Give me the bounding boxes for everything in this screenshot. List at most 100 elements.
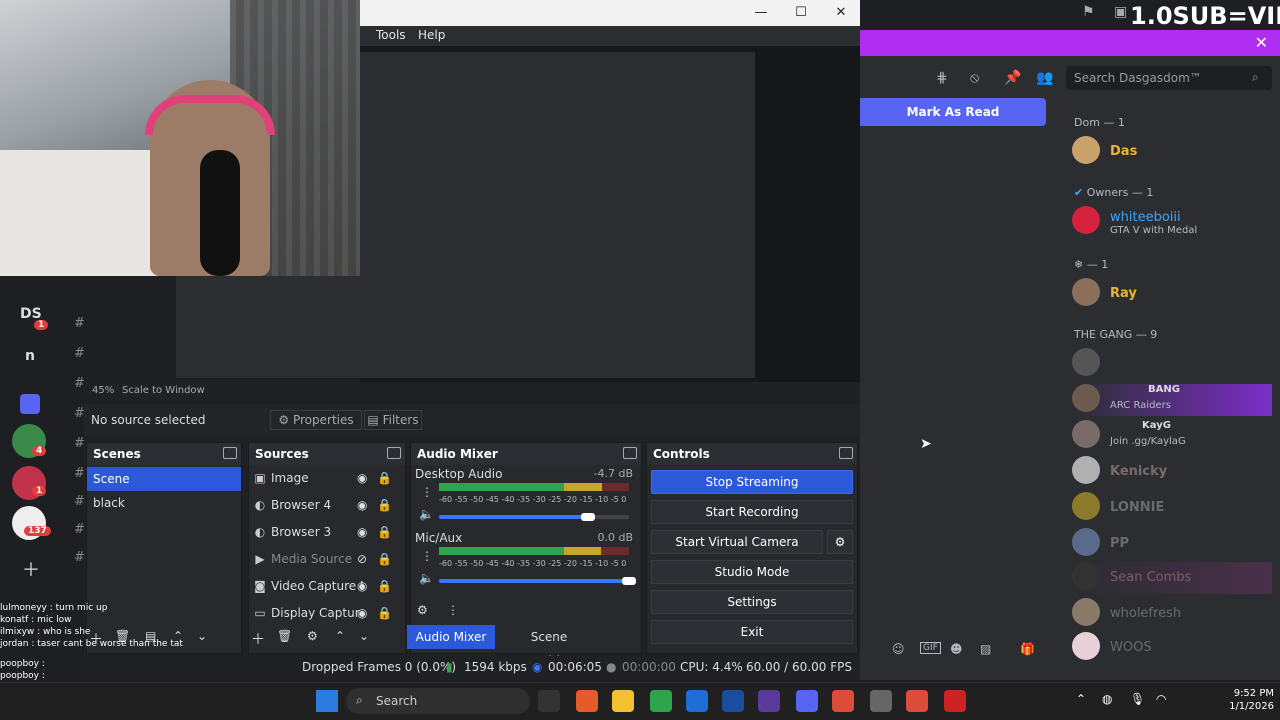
preview-canvas-left <box>176 276 360 378</box>
member-bang[interactable]: BANG ARC Raiders <box>1072 384 1272 416</box>
member-whiteeboiii[interactable]: whiteeboiii GTA V with Medal <box>1072 206 1272 238</box>
mark-as-read-button[interactable]: Mark As Read <box>860 98 1046 126</box>
close-icon[interactable]: ✕ <box>1255 33 1268 52</box>
menu-dots-icon[interactable]: ⋮ <box>421 549 433 563</box>
search-icon: ⌕ <box>356 693 363 707</box>
source-item[interactable]: ▣ Image ◉ 🔒 <box>253 465 403 491</box>
scene-item[interactable]: Scene <box>87 467 241 491</box>
pin-icon[interactable]: 📌 <box>1004 70 1021 86</box>
start-icon[interactable] <box>316 690 338 712</box>
member-lonnie[interactable]: LONNIE <box>1072 492 1272 524</box>
chevron-up-icon[interactable]: ⌃ <box>1076 692 1086 706</box>
task-view-icon[interactable] <box>538 690 560 712</box>
member-das[interactable]: Das <box>1072 136 1272 168</box>
member-blank[interactable] <box>1072 348 1272 380</box>
menu-help[interactable]: Help <box>418 28 445 42</box>
slider-knob[interactable] <box>581 513 595 521</box>
tab-audio-mixer[interactable]: Audio Mixer <box>407 625 495 649</box>
slider-knob[interactable] <box>622 577 636 585</box>
folder-icon[interactable] <box>20 394 40 414</box>
menu-dots-icon[interactable]: ⋮ <box>447 603 459 617</box>
discord-icon[interactable] <box>796 690 818 712</box>
chat-line: ilmixyw : who is she <box>0 627 91 637</box>
member-wholefresh[interactable]: wholefresh <box>1072 598 1272 630</box>
server-n[interactable]: n <box>25 348 35 364</box>
member-woos[interactable]: WOOS <box>1072 632 1272 664</box>
edge-icon[interactable] <box>686 690 708 712</box>
cpu: CPU: 4.4% <box>680 660 743 674</box>
gear-icon[interactable]: ⚙ <box>307 629 318 643</box>
chat-line: lulmoneyy : turn mic up <box>0 603 108 613</box>
search-input[interactable]: Search Dasgasdom™ <box>1066 66 1272 90</box>
sticker-icon[interactable]: ☺ <box>892 642 905 656</box>
down-icon[interactable]: ⌄ <box>359 629 369 643</box>
preview-canvas <box>360 52 755 378</box>
obs-preview[interactable] <box>360 46 860 384</box>
emoji-icon[interactable]: ☻ <box>950 642 963 656</box>
sources-title: Sources <box>249 443 405 465</box>
eye-icon: ◉ <box>357 471 368 485</box>
wifi-icon[interactable]: ◠ <box>1156 692 1166 706</box>
gift-icon[interactable]: 🎁 <box>1020 642 1035 656</box>
app-icon[interactable] <box>722 690 744 712</box>
minimize-icon[interactable]: — <box>750 4 772 22</box>
member-kenicky[interactable]: Kenicky <box>1072 456 1272 488</box>
chrome-icon[interactable] <box>832 690 854 712</box>
file-explorer-icon[interactable] <box>612 690 634 712</box>
source-item[interactable]: ◐ Browser 3 ◉ 🔒 <box>253 519 403 545</box>
tab-scene-transitions[interactable]: Scene Transitions <box>499 625 599 668</box>
gif-icon[interactable]: GIF <box>920 642 941 654</box>
xbox-icon[interactable] <box>650 690 672 712</box>
gear-icon[interactable]: ⚙ <box>417 603 428 617</box>
mute-icon[interactable]: ⦸ <box>970 70 979 86</box>
inbox-icon[interactable]: ▣ <box>1114 4 1127 20</box>
speaker-icon[interactable]: 🔈 <box>419 571 434 585</box>
member-sean-combs[interactable]: Sean Combs <box>1072 562 1272 594</box>
member-kayg[interactable]: KayG Join .gg/KaylaG <box>1072 420 1272 452</box>
source-item[interactable]: ▭ Display Captur ◉ 🔒 <box>253 600 403 626</box>
trash-icon[interactable]: 🗑 <box>277 629 292 643</box>
maximize-icon[interactable]: ☐ <box>790 4 812 22</box>
flag-icon[interactable]: ⚑ <box>1082 4 1095 20</box>
scale-mode-select[interactable]: Scale to Window <box>122 385 205 396</box>
studio-mode-button[interactable]: Studio Mode <box>651 560 853 584</box>
up-icon[interactable]: ⌃ <box>335 629 345 643</box>
taskbar-search[interactable]: ⌕ Search <box>346 688 530 714</box>
menu-tools[interactable]: Tools <box>376 28 406 42</box>
source-item[interactable]: ◐ Browser 4 ◉ 🔒 <box>253 492 403 518</box>
source-item[interactable]: ◙ Video Capture I ◉ 🔒 <box>253 573 403 599</box>
search-icon: ⌕ <box>1252 70 1259 84</box>
add-server-icon[interactable]: ＋ <box>22 556 40 582</box>
scene-item[interactable]: black <box>87 491 241 515</box>
image-icon[interactable]: ▨ <box>980 642 991 656</box>
exit-button[interactable]: Exit <box>651 620 853 644</box>
member-ray[interactable]: Ray <box>1072 278 1272 310</box>
source-item[interactable]: ▶ Media Source ⊘ 🔒 <box>253 546 403 572</box>
filters-button[interactable]: ▤ Filters <box>364 410 422 430</box>
add-source-icon[interactable]: ＋ <box>251 629 265 649</box>
threads-icon[interactable]: ⋕ <box>936 70 948 86</box>
lock-icon: 🔒 <box>377 552 392 566</box>
volume-slider[interactable] <box>439 579 629 583</box>
member-pp[interactable]: PP <box>1072 528 1272 560</box>
start-recording-button[interactable]: Start Recording <box>651 500 853 524</box>
chrome-icon[interactable] <box>906 690 928 712</box>
volume-slider[interactable] <box>439 515 588 519</box>
obs-icon[interactable] <box>944 690 966 712</box>
properties-button[interactable]: ⚙ Properties <box>270 410 362 430</box>
clock[interactable]: 9:52 PM 1/1/2026 <box>1194 687 1274 713</box>
settings-button[interactable]: Settings <box>651 590 853 614</box>
virtual-camera-settings-icon[interactable]: ⚙ <box>827 530 853 554</box>
close-icon[interactable]: ✕ <box>830 4 852 22</box>
menu-dots-icon[interactable]: ⋮ <box>421 485 433 499</box>
app-icon[interactable] <box>758 690 780 712</box>
mic-icon[interactable]: 🎙 <box>1130 692 1145 706</box>
copilot-icon[interactable] <box>576 690 598 712</box>
settings-icon[interactable] <box>870 690 892 712</box>
speaker-icon[interactable]: 🔈 <box>419 507 434 521</box>
start-virtual-camera-button[interactable]: Start Virtual Camera <box>651 530 823 554</box>
network-icon[interactable]: ◍ <box>1102 692 1112 706</box>
stop-streaming-button[interactable]: Stop Streaming <box>651 470 853 494</box>
obs-statusbar: Dropped Frames 0 (0.0%) ▮ 1594 kbps ◉ 00… <box>84 656 860 680</box>
members-icon[interactable]: 👥 <box>1036 70 1053 86</box>
